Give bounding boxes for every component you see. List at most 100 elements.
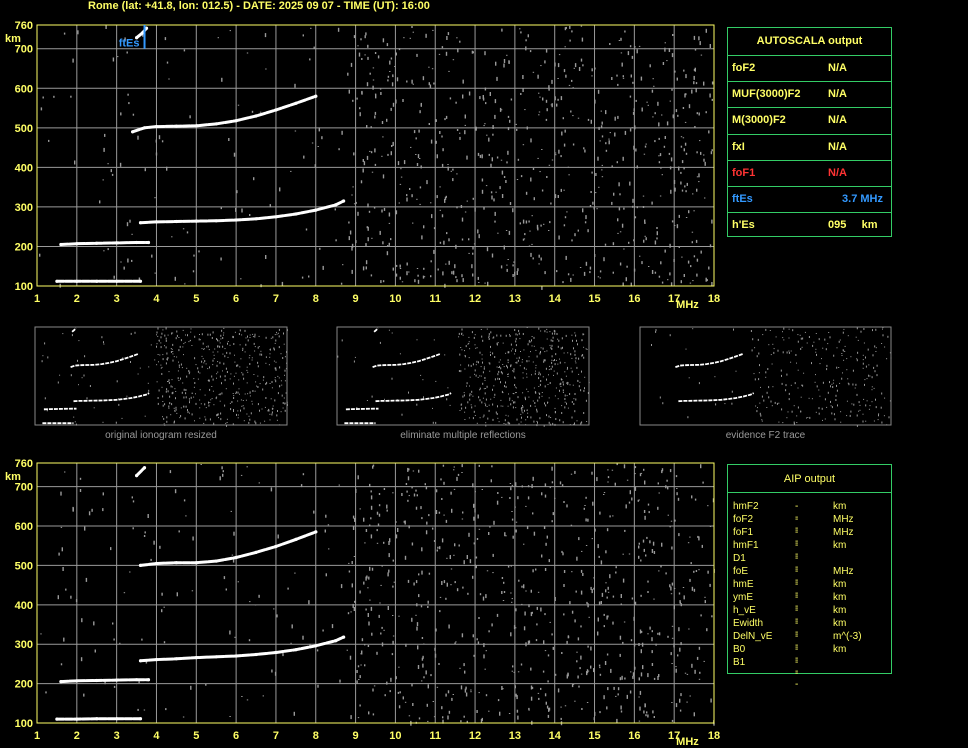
thumbnail-noise <box>226 424 227 427</box>
trace-point <box>174 561 178 565</box>
noise-speck <box>647 633 649 635</box>
thumbnail-noise <box>191 345 193 346</box>
noise-speck <box>486 134 488 136</box>
thumbnail-noise <box>199 334 200 335</box>
noise-speck <box>523 626 526 631</box>
noise-speck <box>413 582 415 586</box>
noise-speck <box>342 264 344 266</box>
thumbnail-noise <box>786 351 788 354</box>
trace-point <box>214 219 218 223</box>
noise-speck <box>464 688 467 693</box>
thumbnail-noise <box>581 339 583 342</box>
thumbnail-noise <box>235 372 237 374</box>
thumbnail-noise <box>467 343 469 345</box>
thumbnail-noise <box>479 375 481 377</box>
thumbnail-noise <box>533 387 535 389</box>
noise-speck <box>399 183 402 185</box>
noise-speck <box>380 632 382 635</box>
thumbnail-noise <box>435 421 437 424</box>
thumbnail-noise <box>824 338 826 341</box>
noise-speck <box>625 277 627 282</box>
noise-speck <box>711 81 714 85</box>
noise-speck <box>301 276 304 279</box>
noise-speck <box>607 469 609 471</box>
thumbnail-noise <box>242 405 244 407</box>
noise-speck <box>591 68 593 72</box>
thumbnail-noise <box>286 362 288 364</box>
thumbnail-noise <box>285 392 287 394</box>
noise-speck <box>259 111 262 113</box>
noise-speck <box>688 210 690 214</box>
autoscala-table: AUTOSCALA output foF2 N/A MUF(3000)F2 N/A M(… <box>727 27 892 237</box>
thumbnail-noise <box>551 365 553 368</box>
thumbnail-noise <box>190 396 192 399</box>
thumbnail-noise <box>855 336 857 338</box>
noise-speck <box>653 551 656 554</box>
thumbnail-noise <box>200 403 202 405</box>
noise-speck <box>698 112 700 116</box>
noise-speck <box>387 572 389 577</box>
noise-speck <box>352 186 354 188</box>
noise-speck <box>425 670 427 675</box>
noise-speck <box>638 542 640 545</box>
thumbnail-noise <box>475 364 477 366</box>
noise-speck <box>360 653 362 655</box>
thumbnail-noise <box>769 330 771 331</box>
noise-speck <box>399 691 401 694</box>
noise-speck <box>431 68 434 70</box>
thumbnail-noise <box>278 346 280 349</box>
noise-speck <box>691 89 693 94</box>
thumbnail-noise <box>714 376 716 378</box>
thumbnail-noise <box>174 411 176 412</box>
noise-speck <box>597 89 600 94</box>
noise-speck <box>413 130 416 134</box>
noise-speck <box>435 510 438 514</box>
thumbnail-noise <box>172 351 174 352</box>
noise-speck <box>466 155 468 160</box>
noise-speck <box>352 526 355 530</box>
thumbnail-noise <box>522 372 524 374</box>
thumbnail-noise <box>507 366 508 369</box>
thumbnail-noise <box>881 392 883 395</box>
noise-speck <box>445 115 448 119</box>
noise-speck <box>545 542 547 546</box>
thumbnail-noise <box>863 398 865 400</box>
thumbnail-noise <box>534 391 536 394</box>
noise-speck <box>222 470 224 473</box>
thumbnail-noise <box>534 402 536 404</box>
thumbnail-noise <box>227 356 229 358</box>
noise-speck <box>456 279 458 283</box>
noise-speck <box>587 645 589 648</box>
noise-speck <box>249 214 251 216</box>
noise-speck <box>246 699 249 701</box>
noise-speck <box>446 232 448 235</box>
thumbnail-noise <box>164 424 166 426</box>
thumbnail-noise <box>494 378 496 381</box>
noise-speck <box>374 148 376 153</box>
thumbnail-noise <box>257 361 259 364</box>
noise-speck <box>605 582 607 584</box>
noise-speck <box>695 82 698 85</box>
thumbnail-noise <box>216 373 218 375</box>
thumbnail-noise <box>240 358 242 360</box>
thumbnail-noise <box>251 359 253 361</box>
trace-point <box>146 240 151 245</box>
noise-speck <box>126 222 129 227</box>
thumbnail-noise <box>788 398 790 401</box>
noise-speck <box>445 51 448 56</box>
noise-speck <box>641 261 643 265</box>
thumbnail-noise <box>801 346 803 348</box>
thumbnail-noise <box>188 398 190 400</box>
thumbnail-noise <box>821 358 822 360</box>
noise-speck <box>605 142 607 145</box>
thumbnail-noise <box>559 419 561 422</box>
thumbnail-noise <box>499 378 500 380</box>
noise-speck <box>441 135 443 138</box>
noise-speck <box>129 219 131 223</box>
noise-speck <box>388 569 390 573</box>
thumbnail-noise <box>508 351 510 354</box>
noise-speck <box>699 671 701 674</box>
thumbnail-noise <box>564 406 566 409</box>
noise-speck <box>383 488 386 490</box>
noise-speck <box>515 608 517 612</box>
